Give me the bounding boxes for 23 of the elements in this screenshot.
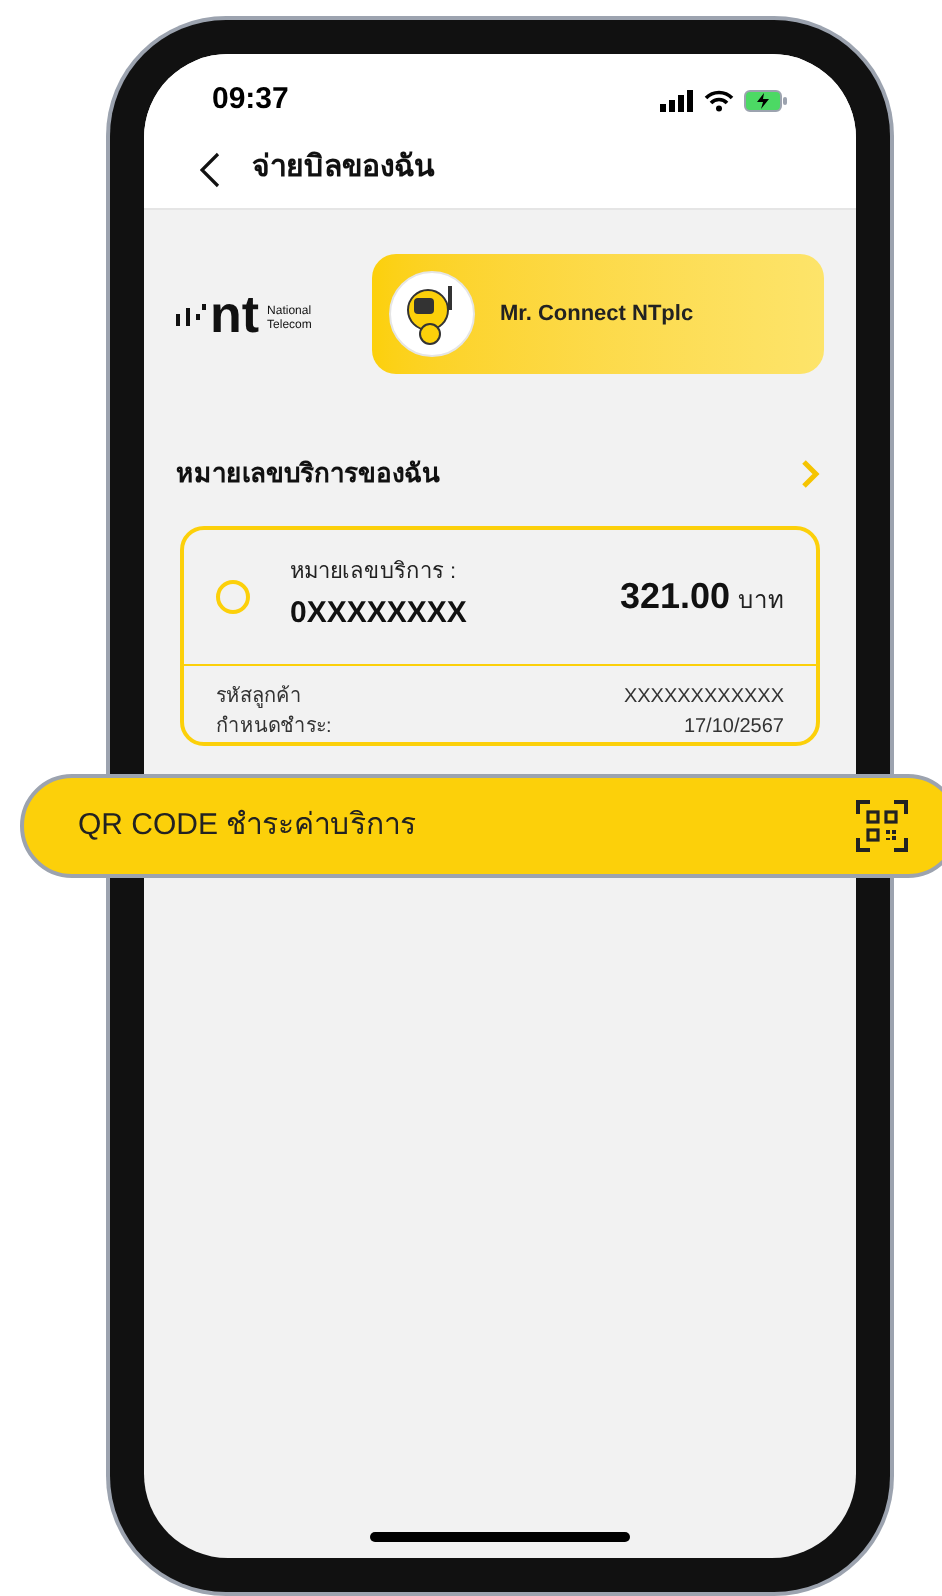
section-title: หมายเลขบริการของฉัน <box>176 456 440 492</box>
detail-value: XXXXXXXXXXXX <box>623 683 784 711</box>
currency-label: บาท <box>738 583 784 617</box>
chevron-right-icon[interactable] <box>800 455 824 492</box>
status-time: 09:37 <box>212 79 289 120</box>
qr-code-icon <box>856 800 908 852</box>
service-number: 0XXXXXXXX <box>290 594 469 634</box>
radio-button[interactable] <box>216 579 250 613</box>
robot-mascot-drawing <box>388 270 476 358</box>
bill-card[interactable]: หมายเลขบริการ : 0XXXXXXXX 321.00 บาท รหัสลูกค้า XXXXXXXXXXXX กำหนดชำระ: 17/10/2567 <box>180 525 820 745</box>
detail-value: 17/10/2567 <box>683 713 784 741</box>
battery-icon <box>744 89 788 111</box>
detail-label: กำหนดชำระ: <box>216 713 332 741</box>
detail-label: รหัสลูกค้า <box>216 683 302 711</box>
promo-card[interactable]: Mr. Connect NTplc <box>372 254 824 374</box>
bill-amount: 321.00 <box>619 573 730 619</box>
wifi-icon <box>704 89 734 111</box>
logo-text: nt <box>210 292 260 336</box>
promo-label: Mr. Connect NTplc <box>500 299 694 330</box>
qr-payment-button[interactable]: QR CODE ชำระค่าบริการ <box>20 774 942 878</box>
signal-icon <box>660 89 694 111</box>
service-number-label: หมายเลขบริการ : <box>290 557 459 587</box>
page-title: จ่ายบิลของฉัน <box>252 148 434 189</box>
